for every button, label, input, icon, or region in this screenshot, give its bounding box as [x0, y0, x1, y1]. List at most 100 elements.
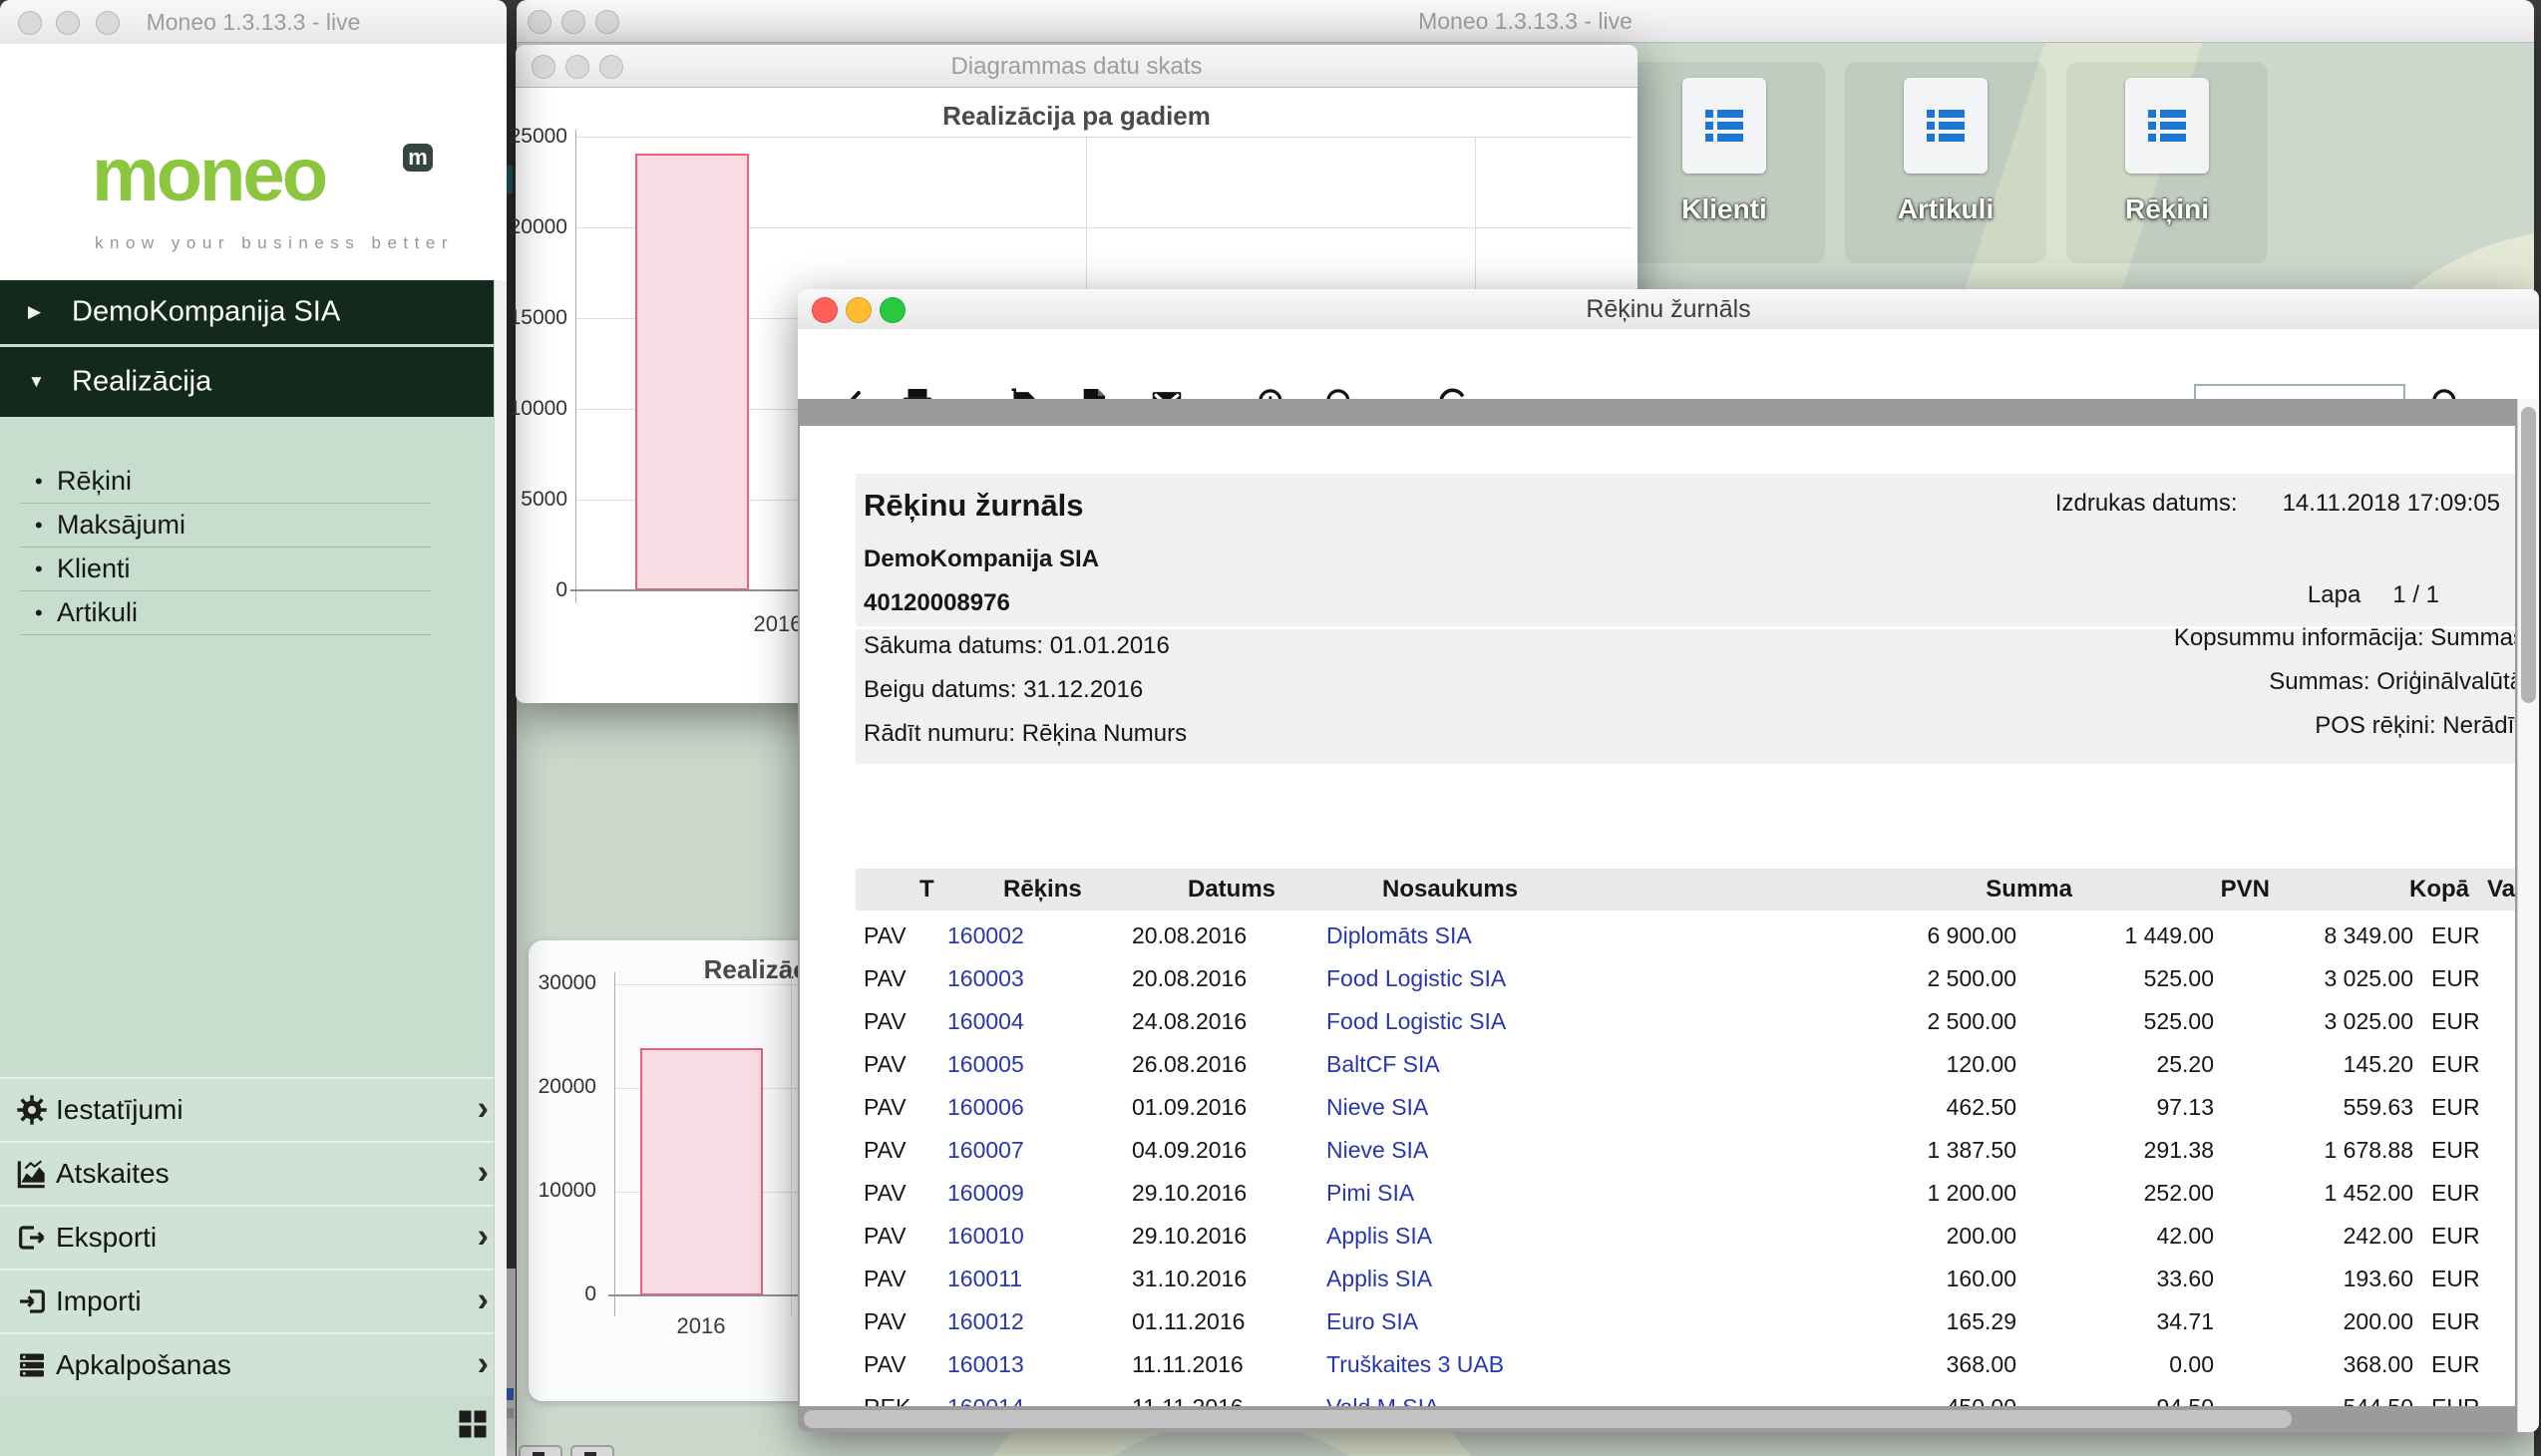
- sidebar-bottom-item-label: Atskaites: [56, 1158, 170, 1190]
- sidebar-bottom-item[interactable]: Eksporti ›: [0, 1205, 507, 1269]
- table-row: PAV 160007 04.09.2016 Nieve SIA 1 387.50…: [800, 1129, 2515, 1172]
- vertical-scrollbar-thumb[interactable]: [2521, 407, 2536, 703]
- sidebar-menu: • Rēķini • Maksājumi • Klienti • Artikul…: [20, 460, 431, 635]
- cell-val: EUR: [2431, 1000, 2480, 1043]
- cell-summa: 165.29: [1797, 1300, 2016, 1343]
- export-mini-button[interactable]: [519, 1445, 562, 1456]
- vgrid: [791, 972, 792, 1316]
- client-name-link[interactable]: Food Logistic SIA: [1326, 1000, 1506, 1043]
- section-name: Realizācija: [72, 366, 211, 399]
- sidebar-bottom-item-label: Iestatījumi: [56, 1094, 183, 1126]
- cell-type: PAV: [864, 1043, 907, 1086]
- client-name-link[interactable]: Nieve SIA: [1326, 1129, 1428, 1172]
- module-tile-card: [1682, 78, 1766, 174]
- client-name-link[interactable]: Food Logistic SIA: [1326, 957, 1506, 1000]
- cell-type: REK: [864, 1386, 910, 1406]
- table-row: PAV 160004 24.08.2016 Food Logistic SIA …: [800, 1000, 2515, 1043]
- invoice-number-link[interactable]: 160003: [947, 957, 1024, 1000]
- company-band[interactable]: ▶ DemoKompanija SIA: [0, 280, 507, 344]
- sidebar-menu-item[interactable]: • Artikuli: [20, 591, 431, 635]
- sidebar-menu-item[interactable]: • Klienti: [20, 547, 431, 591]
- invoice-number-link[interactable]: 160006: [947, 1086, 1024, 1129]
- doc-print-date-line: Izdrukas datums:14.11.2018 17:09:05: [2055, 490, 2500, 518]
- cell-kopa: 200.00: [2226, 1300, 2413, 1343]
- client-name-link[interactable]: Diplomāts SIA: [1326, 914, 1472, 957]
- x-tick-label: 2016: [661, 1313, 741, 1339]
- sidebar-menu-item[interactable]: • Maksājumi: [20, 504, 431, 547]
- invoice-number-link[interactable]: 160002: [947, 914, 1024, 957]
- cell-val: EUR: [2431, 1129, 2480, 1172]
- horizontal-scrollbar-thumb[interactable]: [804, 1410, 2292, 1428]
- collapse-arrow-icon[interactable]: ▼: [28, 372, 45, 392]
- cell-pvn: 97.13: [2026, 1086, 2214, 1129]
- sidebar-bottom-menu: Iestatījumi › Atskaites › Eksporti › Imp…: [0, 1077, 507, 1396]
- module-tile[interactable]: Artikuli: [1845, 62, 2046, 263]
- page-value: 1 / 1: [2392, 581, 2439, 608]
- table-row: PAV 160011 31.10.2016 Applis SIA 160.00 …: [800, 1258, 2515, 1300]
- sidebar-bottom-item[interactable]: Atskaites ›: [0, 1141, 507, 1205]
- cell-pvn: 525.00: [2026, 1000, 2214, 1043]
- main-window-titlebar[interactable]: Moneo 1.3.13.3 - live: [517, 0, 2534, 43]
- logo-block: moneo m know your business better: [0, 44, 507, 280]
- cell-date: 01.11.2016: [1132, 1300, 1245, 1343]
- sidebar-menu-item-label: Artikuli: [57, 591, 138, 634]
- sidebar-bottom-item[interactable]: Importi ›: [0, 1269, 507, 1332]
- section-band[interactable]: ▼ Realizācija: [0, 347, 507, 417]
- bullet-icon: •: [35, 504, 43, 546]
- cell-val: EUR: [2431, 957, 2480, 1000]
- vertical-scrollbar[interactable]: [2517, 399, 2539, 1432]
- client-name-link[interactable]: BaltCF SIA: [1326, 1043, 1440, 1086]
- window-title: Rēķinu žurnāls: [798, 295, 2539, 324]
- diagram-window-titlebar[interactable]: Diagrammas datu skats: [516, 45, 1637, 88]
- sidebar-bottom-item[interactable]: Iestatījumi ›: [0, 1077, 507, 1141]
- cell-kopa: 3 025.00: [2226, 957, 2413, 1000]
- cell-type: PAV: [864, 1000, 907, 1043]
- list-icon: [1700, 102, 1748, 150]
- client-name-link[interactable]: Vald M SIA: [1326, 1386, 1439, 1406]
- sidebar-window-titlebar[interactable]: Moneo 1.3.13.3 - live: [0, 0, 507, 45]
- invoice-number-link[interactable]: 160007: [947, 1129, 1024, 1172]
- cell-summa: 462.50: [1797, 1086, 2016, 1129]
- invoice-number-link[interactable]: 160014: [947, 1386, 1024, 1406]
- cell-type: PAV: [864, 1343, 907, 1386]
- sidebar-scrollbar[interactable]: [494, 280, 507, 1456]
- gear-icon: [16, 1094, 48, 1126]
- sidebar-menu-item[interactable]: • Rēķini: [20, 460, 431, 504]
- module-tile[interactable]: Rēķini: [2066, 62, 2268, 263]
- grid-view-button[interactable]: [455, 1406, 491, 1442]
- invoice-number-link[interactable]: 160005: [947, 1043, 1024, 1086]
- invoice-number-link[interactable]: 160011: [947, 1258, 1022, 1300]
- client-name-link[interactable]: Nieve SIA: [1326, 1086, 1428, 1129]
- invoice-number-link[interactable]: 160010: [947, 1215, 1024, 1258]
- module-tile[interactable]: Klienti: [1624, 62, 1825, 263]
- cell-pvn: 94.50: [2026, 1386, 2214, 1406]
- invoice-number-link[interactable]: 160012: [947, 1300, 1024, 1343]
- cell-summa: 450.00: [1797, 1386, 2016, 1406]
- client-name-link[interactable]: Euro SIA: [1326, 1300, 1418, 1343]
- cell-date: 31.10.2016: [1132, 1258, 1247, 1300]
- cell-kopa: 544.50: [2226, 1386, 2413, 1406]
- sidebar-bottom-item[interactable]: Apkalpošanas ›: [0, 1332, 507, 1396]
- doc-title: Rēķinu žurnāls: [864, 488, 1084, 524]
- sidebar-menu-item-label: Maksājumi: [57, 504, 185, 546]
- cell-type: PAV: [864, 1215, 907, 1258]
- client-name-link[interactable]: Applis SIA: [1326, 1258, 1432, 1300]
- invoice-number-link[interactable]: 160009: [947, 1172, 1024, 1215]
- invoice-number-link[interactable]: 160004: [947, 1000, 1024, 1043]
- cell-val: EUR: [2431, 1386, 2480, 1406]
- table-row: PAV 160006 01.09.2016 Nieve SIA 462.50 9…: [800, 1086, 2515, 1129]
- client-name-link[interactable]: Truškaites 3 UAB: [1326, 1343, 1504, 1386]
- cell-date: 04.09.2016: [1132, 1129, 1247, 1172]
- col-pvn: PVN: [2082, 869, 2270, 910]
- report-window-titlebar[interactable]: Rēķinu žurnāls: [798, 289, 2539, 330]
- client-name-link[interactable]: Applis SIA: [1326, 1215, 1432, 1258]
- y-tick: 20000: [497, 1075, 596, 1099]
- cell-type: PAV: [864, 914, 907, 957]
- cell-date: 26.08.2016: [1132, 1043, 1247, 1086]
- expand-arrow-icon[interactable]: ▶: [28, 302, 41, 322]
- cell-date: 20.08.2016: [1132, 914, 1247, 957]
- print-mini-button[interactable]: [570, 1445, 614, 1456]
- invoice-number-link[interactable]: 160013: [947, 1343, 1024, 1386]
- client-name-link[interactable]: Pimi SIA: [1326, 1172, 1414, 1215]
- server-icon: [16, 1349, 48, 1381]
